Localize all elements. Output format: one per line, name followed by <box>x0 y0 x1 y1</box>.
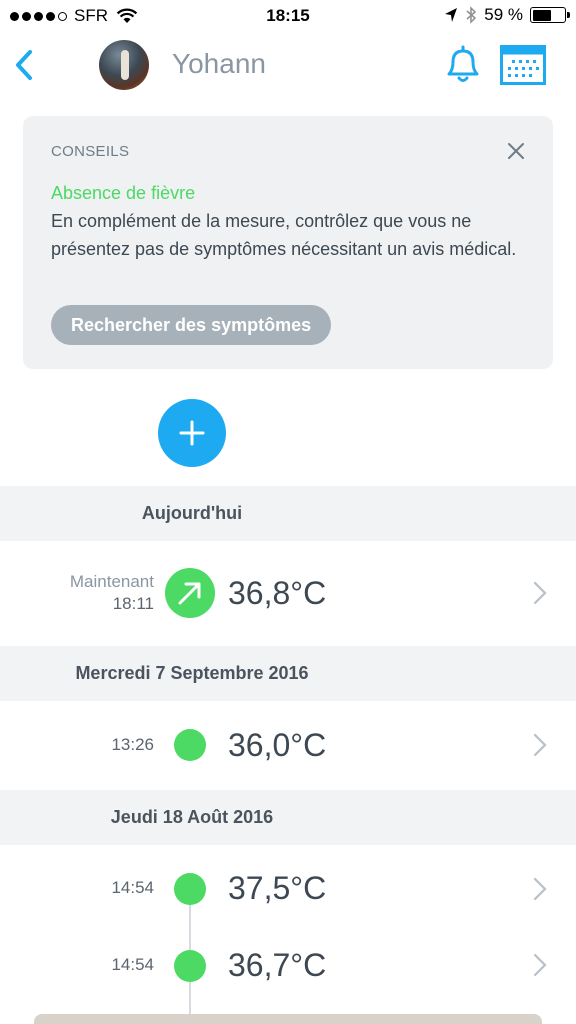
measure-time-value: 14:54 <box>111 955 154 974</box>
measure-time-value: 14:54 <box>111 878 154 897</box>
advice-card-title: CONSEILS <box>51 143 130 160</box>
advice-card: CONSEILS Absence de fièvre En complément… <box>23 116 553 369</box>
battery-percent: 59 % <box>484 5 523 24</box>
measure-row[interactable]: 14:54 36,7°C <box>0 925 576 1005</box>
close-icon[interactable] <box>505 140 527 162</box>
measure-row[interactable]: Maintenant 18:11 36,8°C <box>0 541 576 646</box>
measure-now-label: Maintenant <box>69 572 154 591</box>
chevron-right-icon <box>533 953 547 977</box>
trend-up-arrow-icon <box>165 568 215 618</box>
calendar-icon[interactable] <box>500 45 546 85</box>
status-dot-icon <box>174 729 206 761</box>
battery-icon <box>530 7 570 23</box>
measure-temperature: 36,7°C <box>228 947 327 983</box>
status-dot-icon <box>174 950 206 982</box>
advice-body: En complément de la mesure, contrôlez qu… <box>51 211 517 259</box>
photo-card-preview[interactable] <box>34 1014 542 1024</box>
measure-temperature: 37,5°C <box>228 870 327 906</box>
section-date-label: Mercredi 7 Septembre 2016 <box>75 663 309 683</box>
measure-time-value: 13:26 <box>111 735 154 754</box>
measure-row[interactable]: 13:26 36,0°C <box>0 701 576 791</box>
bluetooth-icon <box>466 6 477 24</box>
section-header-date: Mercredi 7 Septembre 2016 <box>0 646 576 701</box>
bell-icon[interactable] <box>441 42 485 86</box>
advice-heading: Absence de fièvre <box>51 183 196 203</box>
section-date-label: Jeudi 18 Août 2016 <box>110 807 274 827</box>
chevron-right-icon <box>533 877 547 901</box>
status-right: 59 % <box>444 5 570 25</box>
profile-name[interactable]: Yohann <box>172 48 266 80</box>
chevron-right-icon <box>533 733 547 757</box>
section-date-label: Aujourd'hui <box>141 503 243 523</box>
section-header-today: Aujourd'hui <box>0 486 576 541</box>
chevron-right-icon <box>533 581 547 605</box>
plus-icon <box>179 420 205 446</box>
section-header-date: Jeudi 18 Août 2016 <box>0 790 576 845</box>
search-symptoms-button[interactable]: Rechercher des symptômes <box>51 305 332 345</box>
measure-time-value: 18:11 <box>112 594 154 613</box>
measure-time: Maintenant 18:11 <box>70 571 154 615</box>
avatar[interactable] <box>99 40 149 90</box>
measure-temperature: 36,8°C <box>228 575 327 611</box>
measure-temperature: 36,0°C <box>228 727 327 763</box>
status-bar: SFR 18:15 59 % <box>0 0 576 34</box>
measure-row[interactable]: 14:54 37,5°C <box>0 845 576 925</box>
back-chevron-icon[interactable] <box>8 44 44 86</box>
add-measure-button[interactable] <box>158 399 226 467</box>
location-arrow-icon <box>445 8 458 22</box>
status-dot-icon <box>174 873 206 905</box>
